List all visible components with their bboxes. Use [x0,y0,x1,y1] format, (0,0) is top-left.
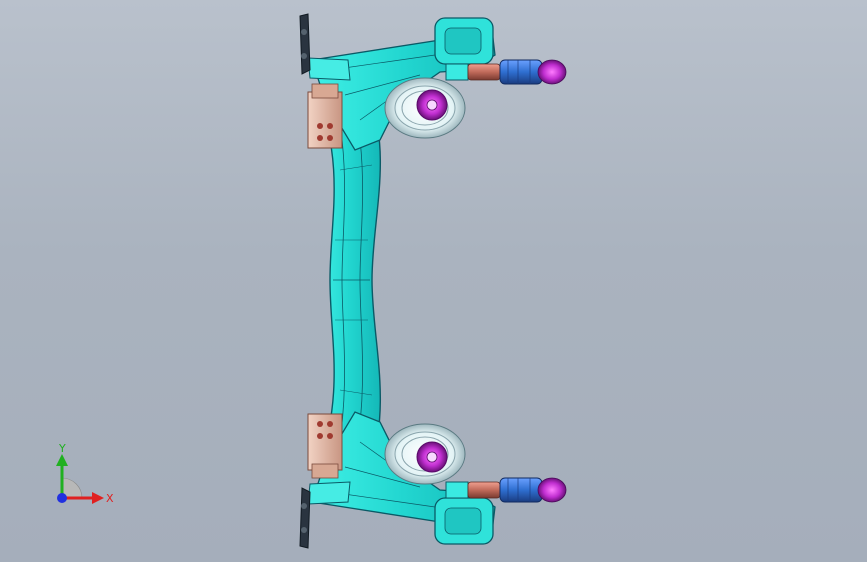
rear-subframe-assembly-model[interactable] [0,0,867,562]
bottom-corner-assembly [299,411,567,549]
y-axis-label: Y [58,442,66,455]
orientation-triad: Y X [56,442,114,505]
x-axis-label: X [106,492,114,505]
top-corner-assembly [299,13,567,151]
graphics-viewport[interactable]: Y X [0,0,867,562]
z-axis-dot-icon [57,493,67,503]
